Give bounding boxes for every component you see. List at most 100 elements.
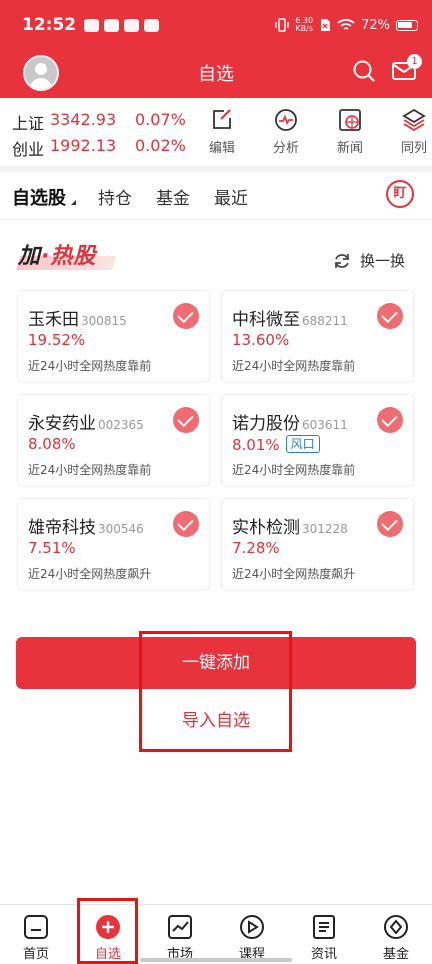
tab-recent[interactable]: 最近 (214, 184, 248, 209)
mail-notification-icon (104, 18, 120, 32)
speed-unit: KB/s (295, 24, 313, 33)
app-header: 自选 1 (0, 50, 432, 98)
nav-home[interactable]: 首页 (0, 905, 72, 964)
stock-name-line: 永安药业 002365 (28, 409, 144, 434)
stock-card[interactable]: 中科微至 688211 13.60% 近24小时全网热度靠前 (221, 290, 414, 382)
refresh-label: 换一换 (360, 252, 406, 270)
stock-name: 诺力股份 (232, 414, 300, 434)
hot-title-dot: · (41, 244, 51, 269)
index-value: 1992.13 (50, 136, 117, 155)
stock-code: 301228 (302, 522, 348, 536)
tab-bar: 自选股 持仓 基金 最近 盯 (0, 172, 432, 220)
add-all-button[interactable]: 一键添加 (16, 637, 416, 689)
index-pct: 0.02% (135, 136, 186, 155)
stock-name-line: 玉禾田 300815 (28, 305, 127, 330)
stock-pct: 19.52% (28, 331, 86, 349)
pulse-icon (275, 109, 297, 131)
stock-pct-line: 8.01% 风口 (232, 435, 320, 454)
stock-card[interactable]: 诺力股份 603611 8.01% 风口 近24小时全网热度靠前 (221, 394, 414, 486)
nav-home-label: 首页 (22, 947, 49, 962)
stock-card[interactable]: 永安药业 002365 8.08% 近24小时全网热度靠前 (17, 394, 210, 486)
stock-card[interactable]: 雄帝科技 300546 7.51% 近24小时全网热度飙升 (17, 498, 210, 590)
stock-code: 300546 (98, 522, 144, 536)
app-notification-icon (144, 18, 160, 32)
analysis-label: 分析 (272, 141, 299, 156)
stock-name: 玉禾田 (28, 310, 79, 330)
wifi-icon (337, 19, 355, 30)
stock-name-line: 中科微至 688211 (232, 305, 348, 330)
watch-icon[interactable]: 盯 (386, 180, 414, 208)
nav-courses[interactable]: 课程 (216, 905, 288, 964)
toolbar: 编辑 分析 新闻 同列 (190, 108, 432, 156)
news-globe-icon (339, 109, 361, 131)
index-value: 3342.93 (50, 110, 117, 129)
stock-card[interactable]: 实朴检测 301228 7.28% 近24小时全网热度飙升 (221, 498, 414, 590)
stock-pct: 13.60% (232, 331, 290, 349)
search-icon[interactable] (352, 59, 376, 83)
stock-card[interactable]: 玉禾田 300815 19.52% 近24小时全网热度靠前 (17, 290, 210, 382)
battery-percent: 72% (361, 17, 390, 33)
bottom-nav: 首页 自选 市场 课程 资讯 基金 (0, 904, 432, 964)
stock-name-line: 诺力股份 603611 (232, 409, 348, 434)
app-notification-icon (124, 18, 140, 32)
check-icon[interactable] (377, 407, 403, 433)
stock-desc: 近24小时全网热度飙升 (232, 567, 356, 581)
tab-watchlist[interactable]: 自选股 (12, 184, 66, 210)
index-row-sh[interactable]: 上证 3342.93 0.07% (12, 110, 186, 134)
stock-name-line: 雄帝科技 300546 (28, 513, 144, 538)
same-list-button[interactable]: 同列 (382, 108, 432, 156)
edit-button[interactable]: 编辑 (190, 108, 254, 156)
check-icon[interactable] (377, 511, 403, 537)
stock-pct: 8.08% (28, 435, 76, 453)
stock-desc: 近24小时全网热度飙升 (28, 567, 152, 581)
nav-news[interactable]: 资讯 (288, 905, 360, 964)
home-icon (24, 915, 48, 939)
index-pct: 0.07% (135, 110, 186, 129)
analysis-button[interactable]: 分析 (254, 108, 318, 156)
hot-title-first: 加 (18, 244, 42, 269)
hot-title-text: 加·热股 (18, 244, 96, 269)
check-icon[interactable] (377, 303, 403, 329)
stock-code: 688211 (302, 314, 348, 328)
check-icon[interactable] (173, 407, 199, 433)
vibrate-icon (275, 18, 289, 32)
layers-icon (402, 108, 426, 132)
index-name: 上证 (12, 114, 45, 133)
stock-desc: 近24小时全网热度靠前 (232, 463, 356, 477)
hot-title-rest: 热股 (50, 244, 97, 269)
battery-icon (396, 19, 418, 31)
same-list-label: 同列 (400, 141, 427, 156)
stock-desc: 近24小时全网热度靠前 (28, 463, 152, 477)
notification-icons (84, 18, 160, 32)
import-watchlist-link[interactable]: 导入自选 (0, 706, 432, 731)
nav-watchlist-label: 自选 (94, 947, 121, 962)
fund-icon (384, 915, 408, 939)
tab-funds[interactable]: 基金 (156, 184, 190, 209)
caret-icon (71, 200, 76, 205)
news-label: 新闻 (336, 141, 363, 156)
status-bar: 12:52 6.30 KB/s 72% (0, 0, 432, 50)
news-button[interactable]: 新闻 (318, 108, 382, 156)
nav-watchlist[interactable]: 自选 (72, 905, 144, 964)
nav-funds-label: 基金 (382, 947, 409, 962)
nav-funds[interactable]: 基金 (360, 905, 432, 964)
check-icon[interactable] (173, 511, 199, 537)
trend-tag: 风口 (285, 435, 320, 453)
refresh-icon (335, 253, 349, 268)
stock-code: 603611 (302, 418, 348, 432)
stock-name: 实朴检测 (232, 518, 300, 538)
sim-icon (321, 19, 331, 31)
nav-news-label: 资讯 (310, 947, 337, 962)
chart-icon (168, 915, 192, 939)
check-icon[interactable] (173, 303, 199, 329)
index-row-cy[interactable]: 创业 1992.13 0.02% (12, 136, 186, 160)
refresh-button[interactable]: 换一换 (332, 250, 405, 271)
stock-name: 雄帝科技 (28, 518, 96, 538)
nav-market[interactable]: 市场 (144, 905, 216, 964)
home-indicator (140, 958, 292, 962)
tab-holdings[interactable]: 持仓 (98, 184, 132, 209)
market-index-strip: 上证 3342.93 0.07% 创业 1992.13 0.02% 编辑 分析 … (0, 98, 432, 166)
document-icon (313, 915, 335, 939)
stock-desc: 近24小时全网热度靠前 (28, 359, 152, 373)
stock-name-line: 实朴检测 301228 (232, 513, 348, 538)
